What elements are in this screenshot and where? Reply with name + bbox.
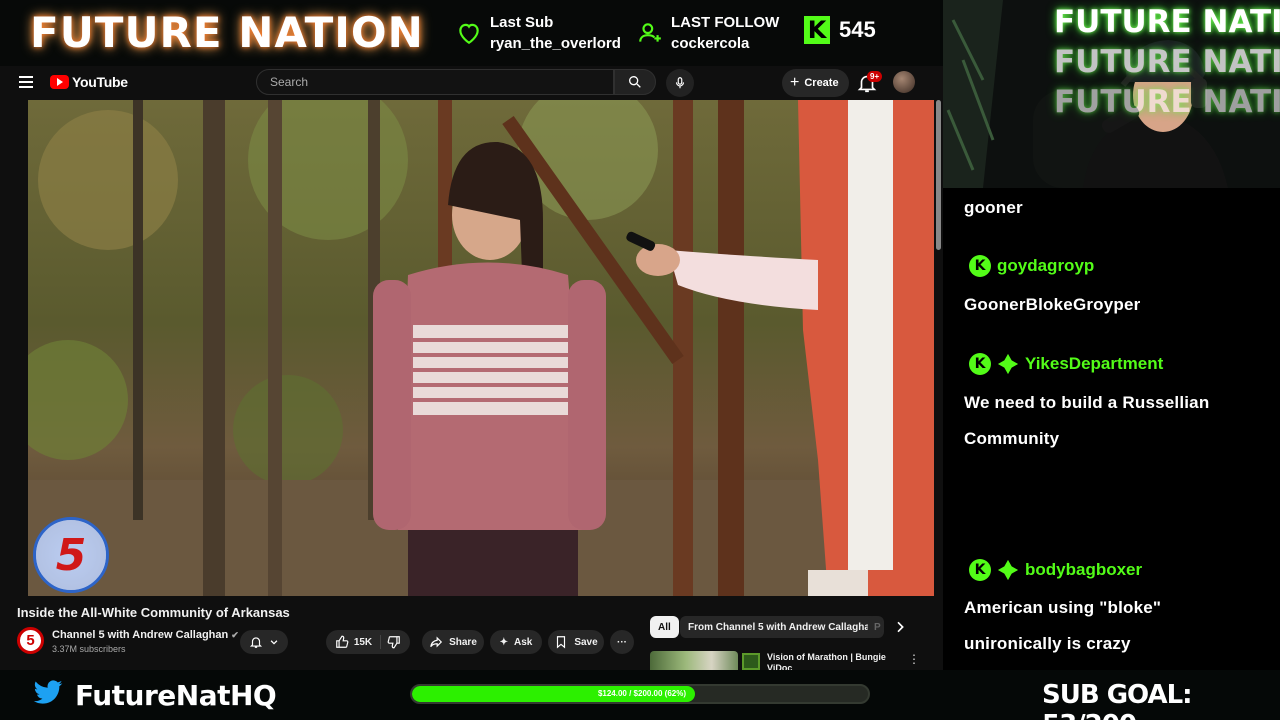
notification-badge: 9+ bbox=[867, 71, 883, 82]
subscriber-badge-icon bbox=[997, 353, 1019, 375]
video-title: Inside the All-White Community of Arkans… bbox=[17, 605, 290, 620]
microphone-icon bbox=[675, 77, 685, 89]
stream-layout: FUTURE NATION Last Sub ryan_the_overlord… bbox=[0, 0, 1280, 720]
chat-panel: gooner goydagroyp GoonerBlokeGroyper Yik… bbox=[943, 188, 1280, 670]
sparkle-icon: ✦ bbox=[499, 636, 509, 648]
verified-check-icon: ✔ bbox=[231, 630, 239, 640]
like-dislike-group: 15K bbox=[326, 630, 410, 654]
last-follow-widget: LAST FOLLOW cockercola bbox=[637, 12, 779, 54]
page-scrollbar[interactable] bbox=[935, 100, 943, 670]
kick-count-value: 545 bbox=[839, 17, 876, 42]
watermark-number: 5 bbox=[55, 530, 87, 581]
save-button[interactable]: Save bbox=[548, 630, 604, 654]
recommended-video-title[interactable]: Vision of Marathon | Bungie ViDoc bbox=[767, 652, 897, 670]
account-avatar[interactable] bbox=[893, 71, 915, 93]
brand-logo: FUTURE NATION bbox=[30, 8, 424, 57]
webcam-logo-line-3: FUTURE NATION bbox=[1054, 84, 1280, 120]
voice-search-button[interactable] bbox=[666, 69, 694, 97]
more-horizontal-icon: ··· bbox=[617, 636, 627, 648]
recommended-video-thumbnail[interactable] bbox=[650, 651, 738, 670]
thumbs-down-icon[interactable] bbox=[387, 635, 401, 649]
chevron-right-icon[interactable] bbox=[892, 619, 908, 635]
twitter-handle: FutureNatHQ bbox=[75, 679, 277, 712]
twitter-bird-icon bbox=[33, 680, 63, 704]
webcam-logo-line-2: FUTURE NATION bbox=[1054, 44, 1280, 80]
last-follow-label: LAST FOLLOW bbox=[671, 14, 780, 31]
chip-from-channel[interactable]: From Channel 5 with Andrew Callaghan bbox=[680, 616, 884, 638]
more-actions-button[interactable]: ··· bbox=[610, 630, 634, 654]
thumbs-up-icon bbox=[335, 635, 349, 648]
webcam-feed: FUTURE NATION FUTURE NATION FUTURE NATIO… bbox=[943, 0, 1280, 188]
channel-name[interactable]: Channel 5 with Andrew Callaghan ✔ bbox=[52, 629, 239, 641]
chat-username-text: bodybagboxer bbox=[1025, 560, 1143, 579]
kick-badge-icon bbox=[969, 353, 991, 375]
bookmark-icon bbox=[557, 636, 566, 649]
chevron-down-icon bbox=[270, 640, 278, 645]
chat-message-text: American using "bloke" bbox=[964, 598, 1162, 617]
chat-message-text: We need to build a Russellian bbox=[964, 393, 1210, 412]
chip-all[interactable]: All bbox=[650, 616, 679, 638]
last-sub-name: ryan_the_overlord bbox=[490, 35, 621, 52]
webcam-logo-line-1: FUTURE NATION bbox=[1054, 4, 1280, 40]
save-label: Save bbox=[574, 636, 598, 648]
stream-top-bar: FUTURE NATION Last Sub ryan_the_overlord… bbox=[0, 0, 940, 66]
youtube-header: YouTube Search + Create 9+ bbox=[0, 66, 943, 100]
youtube-window: YouTube Search + Create 9+ 5 Inside the … bbox=[0, 66, 943, 670]
share-label: Share bbox=[449, 636, 477, 648]
share-button[interactable]: Share bbox=[422, 630, 484, 654]
sub-goal-counter: SUB GOAL: 53/200 bbox=[1042, 680, 1193, 720]
chat-message-text: GoonerBlokeGroyper bbox=[964, 295, 1141, 314]
kick-badge-icon bbox=[969, 559, 991, 581]
bell-icon bbox=[249, 637, 263, 648]
chat-message-text: gooner bbox=[964, 198, 1023, 217]
create-button[interactable]: + Create bbox=[782, 69, 849, 97]
channel-5-watermark-logo: 5 bbox=[33, 517, 109, 593]
like-count: 15K bbox=[353, 636, 373, 648]
add-user-icon bbox=[639, 23, 661, 42]
search-icon bbox=[629, 76, 641, 88]
stream-bottom-bar: FutureNatHQ $124.00 / $200.00 (62%) SUB … bbox=[0, 670, 1280, 720]
webcam-brand-logo: FUTURE NATION FUTURE NATION FUTURE NATIO… bbox=[1054, 2, 1280, 122]
ask-button[interactable]: ✦ Ask bbox=[490, 630, 542, 654]
donation-goal-bar: $124.00 / $200.00 (62%) bbox=[410, 684, 870, 704]
youtube-logo[interactable]: YouTube bbox=[50, 74, 128, 90]
chip-partial[interactable]: P bbox=[868, 616, 882, 638]
share-icon bbox=[430, 636, 443, 648]
scrollbar-thumb[interactable] bbox=[936, 100, 941, 250]
channel-name-text: Channel 5 with Andrew Callaghan bbox=[52, 629, 229, 641]
last-sub-widget: Last Sub ryan_the_overlord bbox=[456, 12, 621, 54]
last-follow-name: cockercola bbox=[671, 35, 750, 52]
subscriber-badge-icon bbox=[997, 559, 1019, 581]
kick-follower-count: K 545 bbox=[804, 16, 876, 44]
chat-username-text: goydagroyp bbox=[997, 256, 1095, 275]
kick-badge-icon bbox=[969, 255, 991, 277]
chat-message-text: unironically is crazy bbox=[964, 634, 1131, 653]
youtube-play-icon bbox=[50, 75, 69, 89]
channel-avatar[interactable]: 5 bbox=[17, 627, 44, 654]
youtube-logo-text: YouTube bbox=[72, 74, 128, 90]
channel-subscriber-count: 3.37M subscribers bbox=[52, 644, 126, 654]
chat-username[interactable]: bodybagboxer bbox=[969, 559, 1142, 581]
plus-icon: + bbox=[790, 74, 800, 91]
chat-username-text: YikesDepartment bbox=[1025, 354, 1164, 373]
more-vertical-icon[interactable]: ⋮ bbox=[908, 652, 920, 666]
video-player[interactable]: 5 bbox=[28, 100, 934, 596]
donation-goal-text: $124.00 / $200.00 (62%) bbox=[597, 689, 687, 698]
chat-username[interactable]: goydagroyp bbox=[969, 255, 1094, 277]
video-frame bbox=[28, 100, 934, 596]
create-label: Create bbox=[804, 77, 839, 89]
like-button[interactable]: 15K bbox=[335, 635, 382, 649]
search-button[interactable] bbox=[614, 69, 656, 95]
chat-message-text: Community bbox=[964, 429, 1060, 448]
search-input[interactable]: Search bbox=[256, 69, 614, 95]
subscription-bell-button[interactable] bbox=[240, 630, 288, 654]
menu-icon[interactable] bbox=[19, 76, 33, 88]
last-sub-label: Last Sub bbox=[490, 14, 554, 31]
kick-logo-icon: K bbox=[804, 16, 830, 44]
chat-username[interactable]: YikesDepartment bbox=[969, 353, 1163, 375]
ask-label: Ask bbox=[514, 636, 533, 648]
heart-icon bbox=[459, 23, 479, 45]
recommended-channel-icon bbox=[742, 653, 760, 670]
